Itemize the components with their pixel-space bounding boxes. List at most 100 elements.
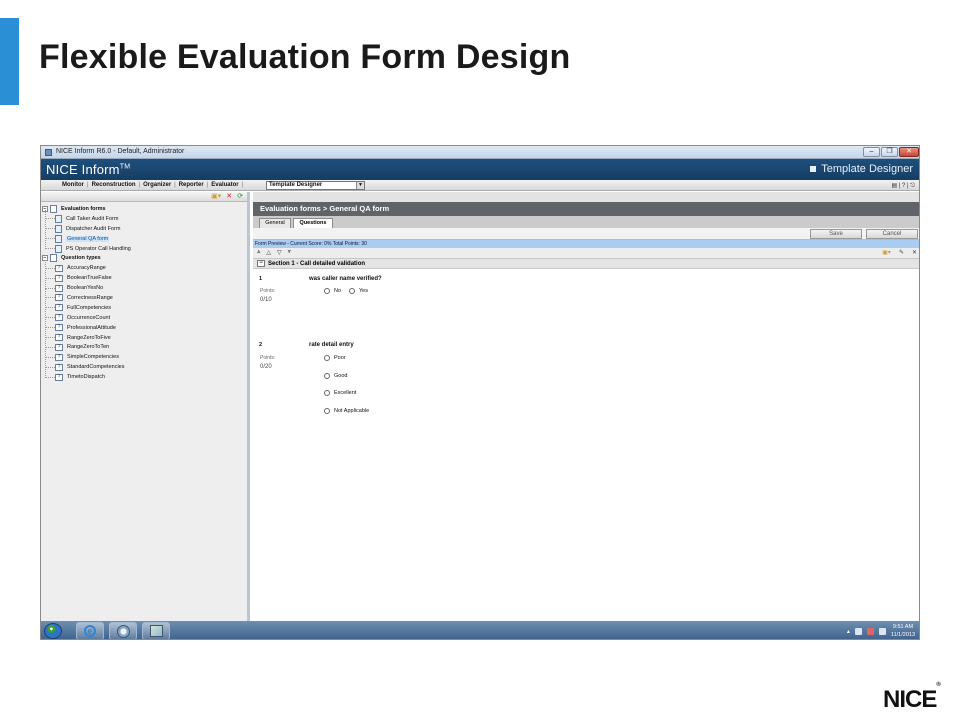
save-button[interactable]: Save bbox=[810, 229, 862, 239]
editor-tabs: General Questions bbox=[253, 216, 919, 228]
taskbar-app[interactable] bbox=[142, 622, 170, 639]
question-text: rate detail entry bbox=[309, 342, 354, 348]
show-hidden-icons[interactable]: ▴ bbox=[847, 628, 850, 635]
menu-organizer[interactable]: Organizer bbox=[140, 182, 174, 188]
tree-connector bbox=[45, 230, 55, 240]
section-header[interactable]: − Section 1 - Call detailed validation bbox=[253, 259, 919, 269]
tree-item-question-type[interactable]: ? BooleanTrueFalse bbox=[42, 269, 247, 283]
move-bottom-icon[interactable]: ⩔ bbox=[288, 249, 291, 256]
option-label: Yes bbox=[359, 288, 368, 294]
tree-item-form[interactable]: PS Operator Call Handling bbox=[42, 240, 247, 254]
app-header: NICE InformTM Template Designer bbox=[41, 159, 919, 180]
new-item-icon[interactable]: ▣▾ bbox=[211, 193, 221, 201]
tree-item-question-type[interactable]: ? ProfessionalAttitude bbox=[42, 319, 247, 333]
tree-item-question-type[interactable]: ? RangeZeroToTen bbox=[42, 338, 247, 352]
tree-item-form-selected[interactable]: General QA form bbox=[42, 230, 247, 244]
minimize-button[interactable]: – bbox=[863, 147, 880, 157]
tree-item-question-type[interactable]: ? SimpleCompetencies bbox=[42, 348, 247, 362]
radio-icon[interactable] bbox=[324, 373, 330, 379]
tree-item-question-type[interactable]: ? BooleanYesNo bbox=[42, 279, 247, 293]
network-icon[interactable] bbox=[878, 627, 886, 635]
radio-option[interactable]: Poor bbox=[324, 355, 346, 361]
option-label: Excellent bbox=[334, 390, 357, 396]
tree-item-question-type[interactable]: ? RangeZeroToFive bbox=[42, 329, 247, 343]
tree-item-form[interactable]: Call Taker Audit Form bbox=[42, 210, 247, 224]
option-label: No bbox=[334, 288, 342, 294]
menu-right-icons[interactable]: ▤ | ? | ⎋ bbox=[891, 182, 915, 190]
slide-title: Flexible Evaluation Form Design bbox=[39, 38, 571, 76]
form-icon bbox=[55, 214, 62, 223]
move-up-icon[interactable]: △ bbox=[266, 249, 271, 256]
taskbar-app[interactable] bbox=[109, 622, 137, 639]
radio-icon[interactable] bbox=[324, 355, 330, 361]
tree-item-question-type[interactable]: ? TimetoDispatch bbox=[42, 368, 247, 382]
close-button[interactable]: ✕ bbox=[899, 147, 919, 157]
question-types-list: ? AccuracyRange? BooleanTrueFalse? BooleanY… bbox=[42, 259, 247, 382]
tree-node-label: Question types bbox=[61, 255, 101, 262]
tab-questions[interactable]: Questions bbox=[293, 218, 333, 228]
tree-connector bbox=[45, 368, 55, 378]
tree-item-label: BooleanTrueFalse bbox=[67, 275, 112, 282]
question-number: 2 bbox=[259, 342, 263, 348]
remove-icon[interactable]: ✕ bbox=[912, 249, 917, 256]
tab-general[interactable]: General bbox=[259, 218, 291, 228]
tree-connector bbox=[45, 210, 55, 220]
tree-item-question-type[interactable]: ? FullCompetencies bbox=[42, 299, 247, 313]
delete-icon[interactable]: ✕ bbox=[226, 193, 232, 201]
new-question-icon[interactable]: ▣▾ bbox=[882, 249, 891, 256]
question-type-icon: ? bbox=[55, 274, 63, 282]
cancel-button[interactable]: Cancel bbox=[866, 229, 918, 239]
radio-option[interactable]: No bbox=[324, 288, 341, 294]
tree-view: − Evaluation forms Call Taker Audit Form… bbox=[41, 202, 247, 382]
refresh-icon[interactable]: ⟳ bbox=[237, 193, 243, 201]
question-type-icon: ? bbox=[55, 294, 63, 302]
radio-option[interactable]: Yes bbox=[349, 288, 368, 294]
menu-separator: | bbox=[241, 182, 244, 188]
tree-item-form[interactable]: Dispatcher Audit Form bbox=[42, 220, 247, 234]
radio-option[interactable]: Excellent bbox=[324, 390, 356, 396]
tree-item-label: AccuracyRange bbox=[67, 265, 106, 272]
tree-connector bbox=[45, 259, 55, 269]
editor-actions: Save Cancel bbox=[253, 228, 919, 240]
menu-reporter[interactable]: Reporter bbox=[176, 182, 207, 188]
tree-item-question-type[interactable]: ? CorrectnessRange bbox=[42, 289, 247, 303]
radio-icon[interactable] bbox=[349, 288, 355, 294]
move-down-icon[interactable]: ▽ bbox=[277, 249, 282, 256]
radio-icon[interactable] bbox=[324, 288, 330, 294]
tree-item-label: RangeZeroToTen bbox=[67, 344, 110, 351]
question-type-icon: ? bbox=[55, 343, 63, 351]
flag-icon[interactable] bbox=[866, 627, 874, 635]
radio-icon[interactable] bbox=[324, 390, 330, 396]
radio-option[interactable]: Not Applicable bbox=[324, 408, 369, 414]
dropdown-arrow-icon[interactable]: ▼ bbox=[356, 182, 364, 189]
question-type-icon: ? bbox=[55, 373, 63, 381]
module-select[interactable]: Template Designer ▼ bbox=[266, 181, 365, 190]
taskbar-browser[interactable]: e bbox=[76, 622, 104, 639]
tree-item-question-type[interactable]: ? StandardCompetencies bbox=[42, 358, 247, 372]
tree-node-question-types[interactable]: − Question types bbox=[42, 253, 247, 263]
tree-item-question-type[interactable]: ? AccuracyRange bbox=[42, 259, 247, 273]
menu-evaluator[interactable]: Evaluator bbox=[208, 182, 241, 188]
start-button[interactable] bbox=[44, 623, 62, 639]
logo-registered-mark: ® bbox=[936, 682, 941, 688]
radio-icon[interactable] bbox=[324, 408, 330, 414]
radio-option[interactable]: Good bbox=[324, 373, 347, 379]
window-titlebar[interactable]: NICE Inform R6.0 - Default, Administrato… bbox=[41, 146, 919, 159]
tree-connector bbox=[45, 289, 55, 299]
tree-connector bbox=[45, 309, 55, 319]
tree-connector bbox=[45, 269, 55, 279]
edit-pencil-icon[interactable]: ✎ bbox=[899, 249, 904, 256]
tree-item-label: StandardCompetencies bbox=[67, 364, 125, 371]
module-square-icon bbox=[810, 166, 817, 172]
tree-connector bbox=[45, 338, 55, 348]
tree-node-evaluation-forms[interactable]: − Evaluation forms bbox=[42, 204, 247, 214]
volume-icon[interactable] bbox=[854, 627, 862, 635]
move-top-icon[interactable]: ⩓ bbox=[257, 249, 260, 256]
menu-monitor[interactable]: Monitor bbox=[59, 182, 87, 188]
clock[interactable]: 9:51 AM 11/1/2013 bbox=[891, 623, 915, 639]
section-collapse-icon[interactable]: − bbox=[257, 260, 265, 267]
maximize-button[interactable]: ❐ bbox=[881, 147, 898, 157]
tree-toolbar: ▣▾ ✕ ⟳ bbox=[41, 192, 247, 202]
tree-item-question-type[interactable]: ? OccurrenceCount bbox=[42, 309, 247, 323]
menu-reconstruction[interactable]: Reconstruction bbox=[89, 182, 139, 188]
